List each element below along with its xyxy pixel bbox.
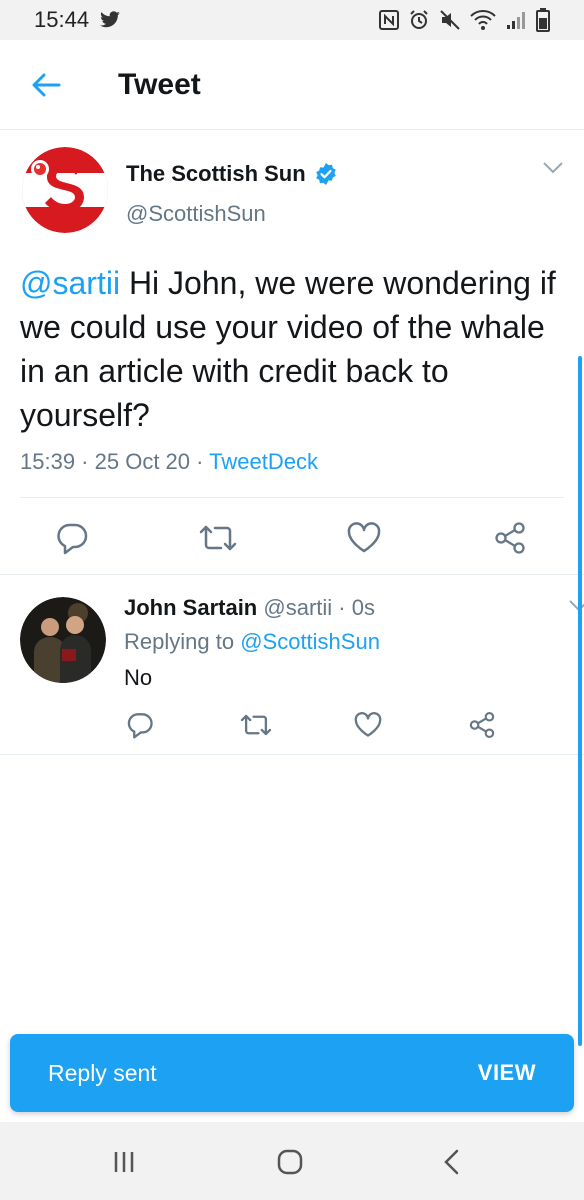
reply-text: No — [124, 665, 153, 690]
back-arrow-icon — [32, 73, 61, 96]
share-icon — [495, 522, 525, 554]
reply-author-name: John Sartain — [124, 595, 258, 620]
reply-tweet[interactable]: John Sartain @sartii · 0s Replying to @S… — [0, 577, 584, 755]
tweet-time: 15:39 — [20, 449, 76, 474]
like-icon — [347, 522, 381, 553]
toast-message: Reply sent — [48, 1059, 157, 1086]
verified-icon — [315, 163, 336, 185]
author-name[interactable]: The Scottish Sun — [126, 161, 338, 187]
home-icon — [277, 1149, 303, 1175]
reply-icon — [57, 523, 88, 555]
share-icon — [469, 711, 495, 739]
mute-icon — [440, 10, 460, 30]
like-button[interactable] — [348, 705, 388, 745]
share-button[interactable] — [462, 705, 502, 745]
twitter-icon — [100, 11, 120, 28]
like-icon — [354, 712, 382, 737]
reply-author-handle: @sartii — [263, 595, 333, 620]
reply-author[interactable]: John Sartain @sartii · 0s — [124, 595, 375, 621]
mention-link[interactable]: @sartii — [20, 265, 120, 301]
avatar[interactable] — [20, 597, 106, 683]
home-button[interactable] — [260, 1140, 320, 1184]
john-sartain-avatar — [20, 597, 106, 683]
retweet-button[interactable] — [236, 705, 276, 745]
tweet-source-link[interactable]: TweetDeck — [209, 449, 318, 474]
author-name-label: The Scottish Sun — [126, 161, 306, 186]
nfc-icon — [379, 10, 399, 30]
tweet-menu-button[interactable] — [542, 161, 564, 180]
back-nav-button[interactable] — [422, 1140, 482, 1184]
scottish-sun-logo — [22, 147, 108, 233]
page-title: Tweet — [118, 67, 201, 101]
status-bar: 15:44 — [0, 0, 584, 40]
retweet-icon — [199, 525, 237, 551]
view-button[interactable]: VIEW — [478, 1060, 536, 1086]
tweet-meta: 15:39 · 25 Oct 20 · TweetDeck — [20, 449, 318, 474]
status-time: 15:44 — [34, 7, 90, 32]
main-tweet: The Scottish Sun @ScottishSun @sartii Hi… — [0, 131, 584, 575]
app-bar: Tweet — [0, 40, 584, 130]
divider — [20, 497, 564, 498]
back-button[interactable] — [16, 55, 76, 115]
back-icon — [444, 1149, 459, 1175]
author-handle[interactable]: @ScottishSun — [126, 201, 266, 227]
retweet-icon — [240, 714, 272, 736]
reply-sent-toast: Reply sent VIEW — [10, 1034, 574, 1112]
alarm-icon — [410, 10, 428, 29]
replying-to-label: Replying to — [124, 629, 235, 654]
replying-to: Replying to @ScottishSun — [124, 629, 380, 655]
system-nav-bar — [0, 1122, 584, 1200]
avatar[interactable] — [22, 147, 108, 233]
tweet-actions — [0, 516, 584, 562]
like-button[interactable] — [342, 516, 386, 560]
tweet-text: @sartii Hi John, we were wondering if we… — [20, 261, 564, 437]
scrollbar[interactable] — [578, 356, 582, 1046]
signal-icon — [507, 12, 525, 29]
recents-icon — [114, 1152, 134, 1172]
reply-icon — [127, 713, 153, 739]
reply-button[interactable] — [120, 705, 160, 745]
chevron-down-icon — [543, 162, 563, 174]
reply-actions — [0, 705, 584, 745]
wifi-icon — [470, 10, 496, 30]
recents-button[interactable] — [94, 1140, 154, 1184]
reply-button[interactable] — [50, 516, 94, 560]
separator-dot: · — [332, 595, 352, 620]
retweet-button[interactable] — [196, 516, 240, 560]
reply-age: 0s — [351, 595, 375, 620]
replying-to-link[interactable]: @ScottishSun — [240, 629, 380, 654]
share-button[interactable] — [488, 516, 532, 560]
tweet-date: 25 Oct 20 — [94, 449, 191, 474]
battery-icon — [536, 8, 550, 32]
